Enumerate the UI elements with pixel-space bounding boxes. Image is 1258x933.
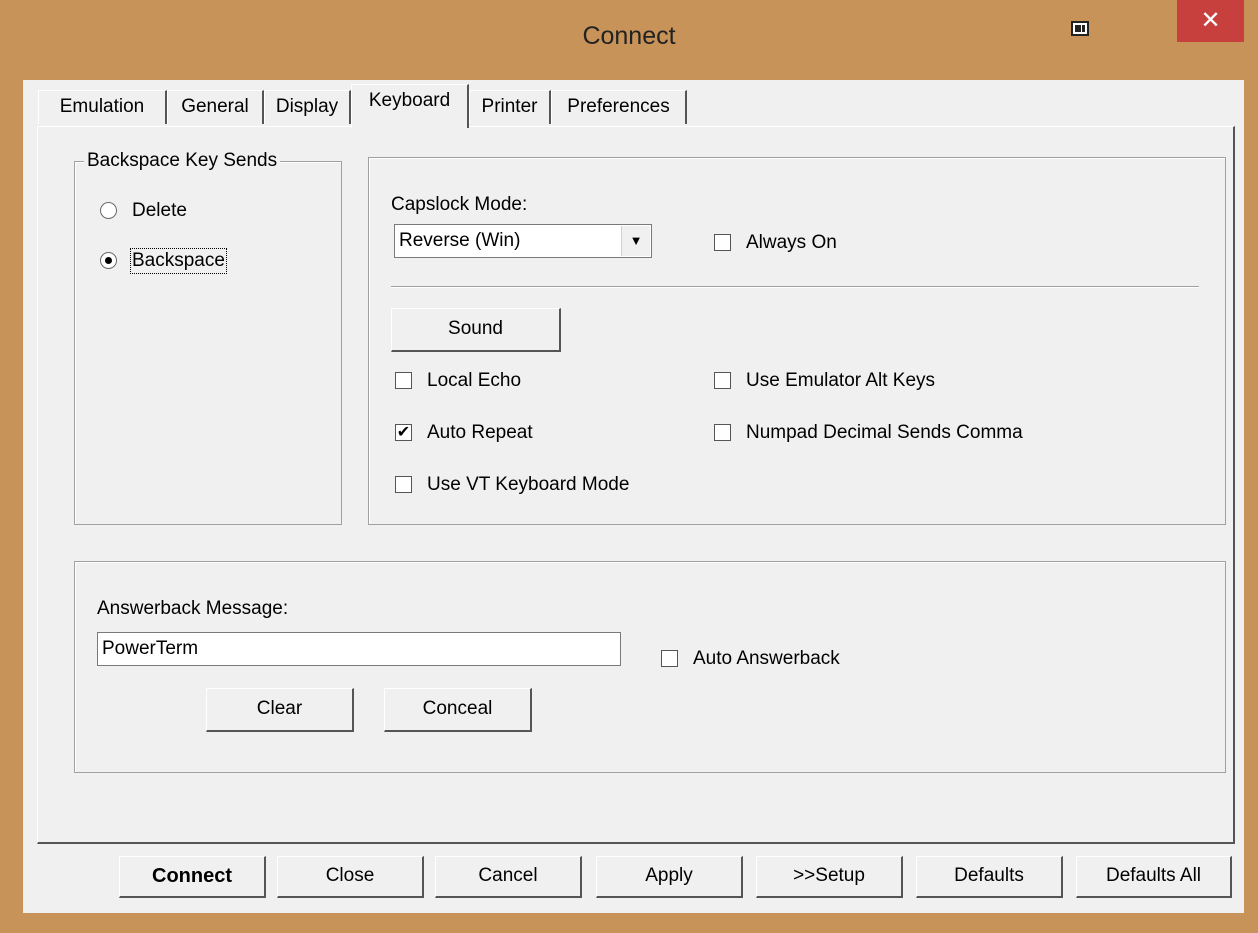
answerback-group: Answerback Message: Auto Answerback Clea… [74,561,1226,773]
tab-emulation[interactable]: Emulation [38,90,167,124]
conceal-button[interactable]: Conceal [384,688,532,732]
delete-radio-label[interactable]: Delete [132,200,187,222]
local-echo-checkbox[interactable] [395,372,412,389]
defaults-button[interactable]: Defaults [916,856,1063,898]
answerback-message-label: Answerback Message: [97,598,289,619]
numpad-comma-label[interactable]: Numpad Decimal Sends Comma [746,422,1023,444]
title-bar[interactable]: Connect ✕ [9,0,1249,80]
dialog-client-area: Emulation General Display Keyboard Print… [23,80,1244,913]
apply-button[interactable]: Apply [596,856,743,898]
auto-repeat-checkbox[interactable]: ✔ [395,424,412,441]
tab-strip: Emulation General Display Keyboard Print… [23,80,1244,128]
setup-button[interactable]: >>Setup [756,856,903,898]
tab-keyboard[interactable]: Keyboard [351,84,469,128]
divider [391,286,1199,288]
capslock-mode-value: Reverse (Win) [399,230,521,251]
use-vt-keyboard-checkbox[interactable] [395,476,412,493]
sound-button[interactable]: Sound [391,308,561,352]
radio-selected-dot [105,257,112,264]
close-button[interactable]: Close [277,856,424,898]
keyboard-options-group: Capslock Mode: Reverse (Win) ▼ Always On… [368,157,1226,525]
auto-answerback-label[interactable]: Auto Answerback [693,648,840,670]
tab-general[interactable]: General [167,90,264,124]
defaults-all-button[interactable]: Defaults All [1076,856,1232,898]
numpad-comma-checkbox[interactable] [714,424,731,441]
tab-display[interactable]: Display [264,90,351,124]
window-title: Connect [582,22,676,50]
close-window-button[interactable]: ✕ [1177,0,1244,42]
emulator-alt-keys-label[interactable]: Use Emulator Alt Keys [746,370,935,392]
backspace-radio-label[interactable]: Backspace [130,248,227,274]
use-vt-keyboard-label[interactable]: Use VT Keyboard Mode [427,474,629,496]
tab-printer[interactable]: Printer [469,90,551,124]
always-on-label[interactable]: Always On [746,232,837,254]
capslock-mode-select[interactable]: Reverse (Win) ▼ [394,224,652,258]
backspace-group-legend: Backspace Key Sends [84,150,281,172]
auto-repeat-label[interactable]: Auto Repeat [427,422,533,444]
local-echo-label[interactable]: Local Echo [427,370,521,392]
tab-preferences[interactable]: Preferences [551,90,687,124]
backspace-group: Backspace Key Sends Delete Backspace [74,150,342,525]
emulator-alt-keys-checkbox[interactable] [714,372,731,389]
answerback-message-input[interactable] [97,632,621,666]
keyboard-tab-panel: Backspace Key Sends Delete Backspace Cap… [37,126,1235,844]
cancel-button[interactable]: Cancel [435,856,582,898]
auto-answerback-checkbox[interactable] [661,650,678,667]
backspace-radio[interactable] [100,252,117,269]
chevron-down-icon[interactable]: ▼ [621,226,650,256]
delete-radio[interactable] [100,202,117,219]
display-settings-icon[interactable] [1069,18,1093,42]
clear-button[interactable]: Clear [206,688,354,732]
capslock-mode-label: Capslock Mode: [391,194,528,215]
connect-dialog: Connect ✕ Emulation General Display Keyb… [9,0,1249,924]
always-on-checkbox[interactable] [714,234,731,251]
connect-button[interactable]: Connect [119,856,266,898]
